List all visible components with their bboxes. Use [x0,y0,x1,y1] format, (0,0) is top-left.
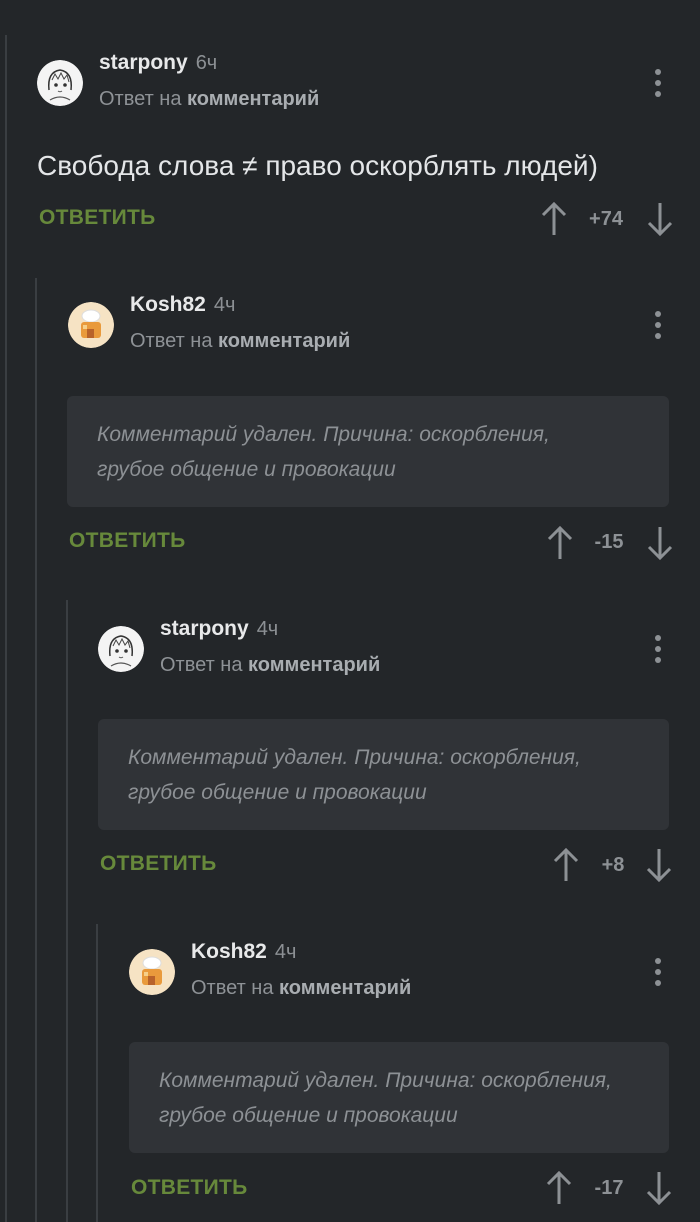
more-options-icon[interactable] [655,69,661,102]
reply-button[interactable]: ОТВЕТИТЬ [131,1176,248,1200]
sketch-girl-avatar-icon [98,626,144,672]
avatar[interactable] [129,949,175,995]
upvote-arrow-icon[interactable] [547,526,573,566]
reply-button[interactable]: ОТВЕТИТЬ [100,852,217,876]
reply-to-label: Ответ на комментарий [160,654,381,676]
more-options-icon[interactable] [655,635,661,668]
more-options-icon[interactable] [655,958,661,991]
comment-score: +8 [601,854,625,876]
thread-line-level-0 [5,35,7,1222]
deleted-comment-notice: Комментарий удален. Причина: оскорбления… [67,396,669,507]
comment-score: +74 [589,208,623,230]
comment-time: 6ч [195,52,218,74]
comment: Kosh82 4ч Ответ на комментарий Комментари… [129,940,700,1211]
comment-score: -15 [594,531,624,553]
comment: starpony 6ч Ответ на комментарий Свобода … [37,51,700,260]
comment-score: -17 [594,1177,624,1199]
downvote-arrow-icon[interactable] [647,202,673,242]
comment-time: 4ч [274,941,297,963]
upvote-arrow-icon[interactable] [541,202,567,242]
chef-house-avatar-icon [129,949,175,995]
reply-to-label: Ответ на комментарий [99,88,320,110]
downvote-arrow-icon[interactable] [646,848,672,888]
thread-line-level-2 [66,600,68,1222]
reply-button[interactable]: ОТВЕТИТЬ [69,529,186,553]
reply-target-link[interactable]: комментарий [187,88,319,110]
reply-target-link[interactable]: комментарий [218,330,350,352]
downvote-arrow-icon[interactable] [646,1171,672,1211]
deleted-comment-notice: Комментарий удален. Причина: оскорбления… [129,1042,669,1153]
deleted-reason-line: Комментарий удален. Причина: оскорбления… [97,423,550,446]
deleted-reason-line: грубое общение и провокации [97,458,396,481]
thread-line-level-3 [96,924,98,1222]
comment-author[interactable]: Kosh82 4ч [191,940,296,964]
upvote-arrow-icon[interactable] [553,848,579,888]
deleted-reason-line: грубое общение и провокации [159,1104,458,1127]
thread-line-level-1 [35,278,37,1222]
deleted-reason-line: Комментарий удален. Причина: оскорбления… [159,1069,612,1092]
avatar[interactable] [98,626,144,672]
comment-author[interactable]: starpony 6ч [99,51,217,75]
comment-author[interactable]: starpony 4ч [160,617,278,641]
avatar[interactable] [37,60,83,106]
chef-house-avatar-icon [68,302,114,348]
deleted-reason-line: грубое общение и провокации [128,781,427,804]
reply-to-label: Ответ на комментарий [191,977,412,999]
sketch-girl-avatar-icon [37,60,83,106]
reply-target-link[interactable]: комментарий [279,977,411,999]
deleted-comment-notice: Комментарий удален. Причина: оскорбления… [98,719,669,830]
downvote-arrow-icon[interactable] [647,526,673,566]
upvote-arrow-icon[interactable] [546,1171,572,1211]
comment-text: Свобода слова ≠ право оскорблять людей) [37,150,598,181]
comment-author[interactable]: Kosh82 4ч [130,293,235,317]
more-options-icon[interactable] [655,311,661,344]
comment: starpony 4ч Ответ на комментарий Коммента… [98,617,700,888]
reply-target-link[interactable]: комментарий [248,654,380,676]
reply-to-label: Ответ на комментарий [130,330,351,352]
deleted-reason-line: Комментарий удален. Причина: оскорбления… [128,746,581,769]
comment-time: 4ч [213,294,236,316]
avatar[interactable] [68,302,114,348]
comment: Kosh82 4ч Ответ на комментарий Комментари… [67,293,700,562]
reply-button[interactable]: ОТВЕТИТЬ [39,206,156,230]
comment-time: 4ч [256,618,279,640]
